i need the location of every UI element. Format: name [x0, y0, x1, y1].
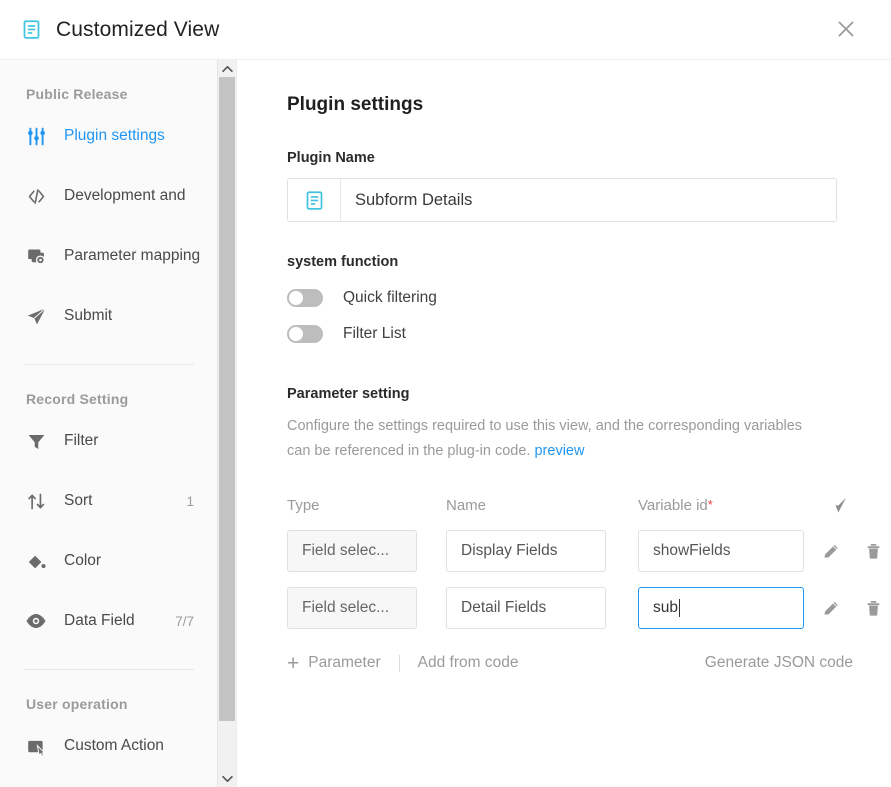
sidebar-item-filter[interactable]: Filter	[0, 411, 218, 471]
row-type-select[interactable]: Field selec...	[287, 587, 417, 629]
main-content: Plugin settings Plugin Name system funct…	[237, 60, 891, 787]
plus-icon: +	[287, 651, 300, 675]
column-header-actions	[804, 490, 853, 520]
sidebar-item-label: Sort	[64, 492, 93, 509]
plugin-name-input[interactable]	[341, 179, 836, 221]
chevron-up-icon[interactable]	[218, 60, 236, 77]
parameter-mapping-icon	[24, 244, 48, 268]
pencil-icon[interactable]	[816, 536, 846, 566]
sidebar: Public Release Plugin settings Developme…	[0, 60, 237, 787]
sidebar-item-label: Plugin settings	[64, 127, 165, 144]
column-header-name: Name	[446, 496, 487, 514]
filter-list-label: Filter List	[343, 325, 406, 342]
add-parameter-button[interactable]: + Parameter	[287, 653, 381, 674]
sidebar-item-submit[interactable]: Submit	[0, 286, 218, 346]
chevron-down-icon[interactable]	[218, 770, 236, 787]
sidebar-item-plugin-settings[interactable]: Plugin settings	[0, 106, 218, 166]
dialog-titlebar: Customized View	[0, 0, 891, 60]
sidebar-item-custom-action[interactable]: Custom Action	[0, 716, 218, 776]
column-header-variable-id: Variable id*	[638, 497, 804, 514]
text-caret	[679, 599, 680, 617]
page-title: Customized View	[56, 17, 220, 41]
add-from-code-button[interactable]: Add from code	[418, 654, 519, 672]
sidebar-group-title-user-operation: User operation	[26, 696, 128, 712]
row-name-input[interactable]: Display Fields	[446, 530, 606, 572]
paper-plane-icon	[24, 304, 48, 328]
filter-list-row: Filter List	[287, 318, 851, 350]
sidebar-item-badge: 7/7	[175, 613, 194, 629]
parameter-table-header: Type Name Variable id*	[287, 490, 853, 520]
sidebar-item-label: Data Field	[64, 612, 135, 629]
row-variable-id-input[interactable]: showFields	[638, 530, 804, 572]
scrollbar-track[interactable]	[218, 77, 236, 770]
system-function-heading: system function	[287, 254, 399, 270]
add-parameter-label: Parameter	[308, 654, 381, 671]
trash-icon[interactable]	[858, 593, 888, 623]
paint-can-icon	[24, 549, 48, 573]
required-marker: *	[707, 496, 713, 512]
sidebar-item-sort[interactable]: Sort 1	[0, 471, 218, 531]
parameter-setting-section: Parameter setting Configure the settings…	[287, 386, 879, 683]
document-list-icon	[20, 19, 42, 41]
plugin-name-field[interactable]	[287, 178, 837, 222]
panel-title: Plugin settings	[287, 94, 424, 115]
preview-link[interactable]: preview	[534, 443, 584, 459]
sidebar-item-label: Filter	[64, 432, 99, 449]
sidebar-group-title-public-release: Public Release	[26, 86, 128, 102]
sidebar-item-label: Custom Action	[64, 737, 164, 754]
customized-view-dialog: Customized View Public Release Plugin se…	[0, 0, 891, 787]
row-name-input[interactable]: Detail Fields	[446, 587, 606, 629]
dialog-body: Public Release Plugin settings Developme…	[0, 60, 891, 787]
filter-list-toggle[interactable]	[287, 325, 323, 343]
sidebar-scrollbar[interactable]	[217, 60, 236, 787]
column-header-type: Type	[287, 496, 320, 514]
quick-filtering-row: Quick filtering	[287, 282, 851, 314]
parameter-table: Type Name Variable id* Field selec... Di…	[287, 490, 879, 683]
sidebar-item-label: Development and	[64, 187, 186, 204]
trash-icon[interactable]	[858, 536, 888, 566]
sidebar-item-color[interactable]: Color	[0, 531, 218, 591]
row-type-select[interactable]: Field selec...	[287, 530, 417, 572]
quick-filtering-toggle[interactable]	[287, 289, 323, 307]
close-icon[interactable]	[831, 14, 861, 44]
sidebar-group-title-record-setting: Record Setting	[26, 391, 129, 407]
table-row: Field selec... Display Fields showFields	[287, 528, 879, 574]
custom-action-icon	[24, 734, 48, 758]
row-variable-id-value: sub	[653, 599, 678, 616]
clear-broom-icon[interactable]	[823, 490, 853, 520]
sliders-icon	[24, 124, 48, 148]
funnel-icon	[24, 429, 48, 453]
sidebar-scroll-content: Public Release Plugin settings Developme…	[0, 60, 218, 787]
sidebar-item-badge: 1	[186, 493, 194, 509]
document-list-icon[interactable]	[288, 179, 341, 221]
parameter-setting-description: Configure the settings required to use t…	[287, 414, 817, 464]
footer-divider	[398, 654, 400, 672]
column-header-variable-id-text: Variable id	[638, 496, 708, 514]
generate-json-code-button[interactable]: Generate JSON code	[705, 654, 853, 672]
parameter-table-footer: + Parameter Add from code Generate JSON …	[287, 643, 853, 683]
sort-icon	[24, 489, 48, 513]
table-row: Field selec... Detail Fields sub	[287, 585, 879, 631]
parameter-setting-heading: Parameter setting	[287, 386, 410, 402]
sidebar-item-label: Submit	[64, 307, 113, 324]
sidebar-item-label: Color	[64, 552, 102, 569]
quick-filtering-label: Quick filtering	[343, 289, 437, 306]
sidebar-item-development-and[interactable]: Development and	[0, 166, 218, 226]
pencil-icon[interactable]	[816, 593, 846, 623]
scrollbar-thumb[interactable]	[219, 77, 235, 722]
row-variable-id-input[interactable]: sub	[638, 587, 804, 629]
sidebar-item-parameter-mapping[interactable]: Parameter mapping	[0, 226, 218, 286]
sidebar-item-data-field[interactable]: Data Field 7/7	[0, 591, 218, 651]
eye-icon	[24, 609, 48, 633]
code-brackets-icon	[24, 184, 48, 208]
sidebar-item-label: Parameter mapping	[64, 247, 201, 264]
plugin-name-label: Plugin Name	[287, 150, 375, 166]
